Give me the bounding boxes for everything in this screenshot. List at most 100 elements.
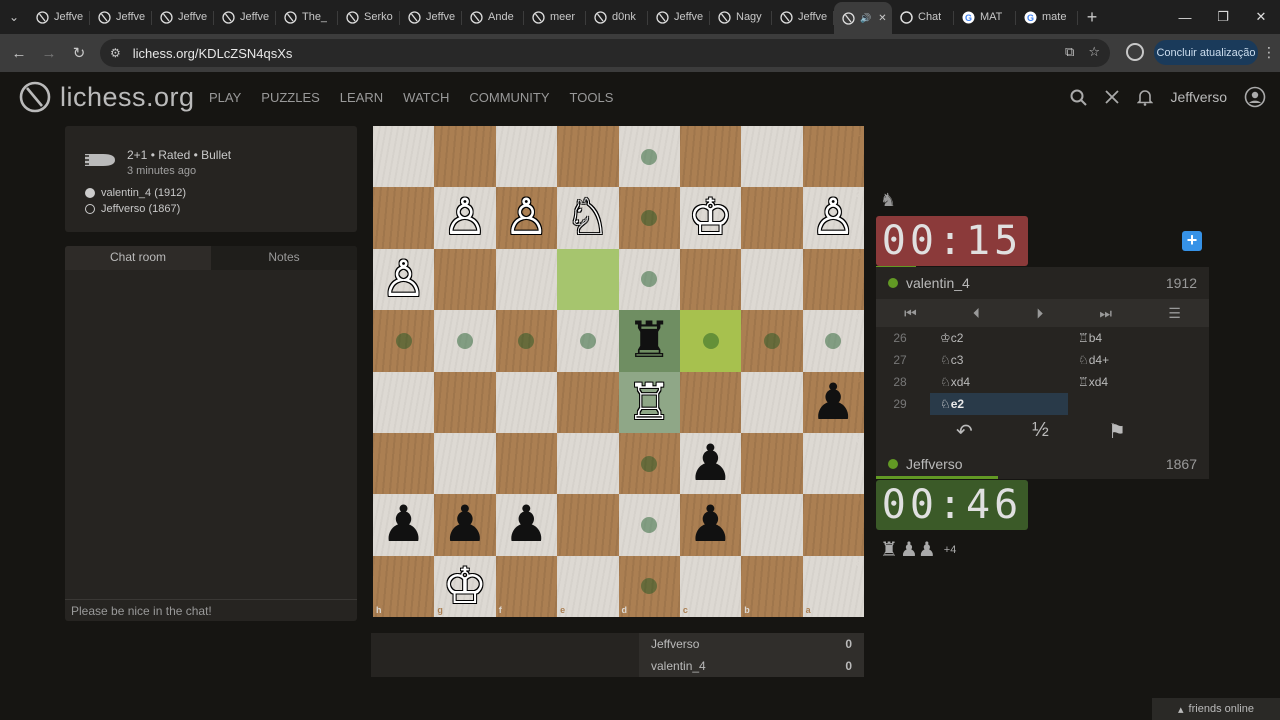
board-square[interactable]: [373, 555, 435, 617]
board-square[interactable]: [679, 126, 742, 188]
nav-watch[interactable]: WATCH: [403, 90, 449, 105]
board-square[interactable]: [802, 555, 864, 617]
board-square[interactable]: [373, 371, 435, 433]
browser-tab[interactable]: Jeffve: [648, 3, 710, 31]
friends-online-button[interactable]: ▴ friends online: [1152, 698, 1280, 720]
black-pawn-icon[interactable]: ♟: [680, 433, 741, 494]
browser-tab[interactable]: G MAT: [954, 3, 1016, 31]
move-hint-dot[interactable]: [395, 332, 412, 349]
close-window-button[interactable]: ✕: [1242, 0, 1280, 34]
swords-icon[interactable]: [1104, 89, 1120, 105]
takeback-icon[interactable]: ↶: [956, 419, 973, 444]
forward-button[interactable]: →: [34, 45, 64, 62]
white-pawn-icon[interactable]: ♙: [373, 249, 434, 310]
move-white[interactable]: ♔c2: [930, 327, 1068, 349]
white-pawn-icon[interactable]: ♙: [496, 187, 557, 248]
close-tab-icon[interactable]: ✕: [878, 13, 886, 24]
profile-icon[interactable]: [1126, 43, 1144, 61]
nav-community[interactable]: COMMUNITY: [469, 90, 549, 105]
minimize-button[interactable]: —: [1166, 0, 1204, 34]
move-black[interactable]: ♖xd4: [1068, 371, 1198, 393]
board-square[interactable]: [557, 494, 619, 556]
black-rook-icon[interactable]: ♜: [619, 310, 680, 371]
browser-tab[interactable]: Jeffve: [90, 3, 152, 31]
chess-board[interactable]: 1 2 3 4 5 6 7 8 h g f e d c b a ♙ ♙ ♘ ♔ ♙ ♙ ♜ ♖ ♟ ♟ ♟ ♟ ♟ ♟ ♔: [373, 126, 864, 617]
browser-tab[interactable]: Jeffve: [152, 3, 214, 31]
nav-learn[interactable]: LEARN: [340, 90, 383, 105]
board-square[interactable]: [495, 555, 558, 617]
white-knight-icon[interactable]: ♘: [557, 187, 618, 248]
board-square[interactable]: [802, 432, 864, 495]
search-icon[interactable]: [1070, 89, 1088, 106]
browser-tab[interactable]: Nagy: [710, 3, 772, 31]
update-button[interactable]: Concluir atualização: [1154, 40, 1258, 65]
nav-play[interactable]: PLAY: [209, 90, 241, 105]
first-move-icon[interactable]: ⏮: [904, 305, 917, 322]
board-square[interactable]: [679, 555, 742, 617]
black-player-link[interactable]: Jeffverso (1867): [85, 203, 180, 215]
opponent-name[interactable]: valentin_4: [906, 275, 970, 291]
add-time-button[interactable]: +: [1182, 231, 1202, 251]
black-pawn-icon[interactable]: ♟: [373, 494, 434, 555]
board-square[interactable]: [434, 371, 496, 433]
draw-offer-icon[interactable]: ½: [1032, 419, 1049, 444]
white-rook-icon[interactable]: ♖: [619, 372, 680, 433]
browser-tab[interactable]: Serko: [338, 3, 400, 31]
move-black[interactable]: [1068, 393, 1198, 415]
move-hint-dot[interactable]: [641, 455, 658, 472]
move-hint-dot[interactable]: [457, 332, 474, 349]
self-name[interactable]: Jeffverso: [906, 456, 963, 472]
browser-tab[interactable]: Jeffve: [772, 3, 834, 31]
board-square[interactable]: [679, 371, 742, 433]
install-app-icon[interactable]: ⧉: [1065, 44, 1074, 60]
move-hint-dot[interactable]: [763, 332, 780, 349]
user-avatar-icon[interactable]: [1244, 86, 1266, 108]
board-square[interactable]: [802, 494, 864, 556]
browser-tab[interactable]: Gmate: [1016, 3, 1078, 31]
board-square[interactable]: [434, 432, 496, 495]
black-pawn-icon[interactable]: ♟: [680, 494, 741, 555]
chat-input[interactable]: Please be nice in the chat!: [65, 599, 357, 621]
black-pawn-icon[interactable]: ♟: [434, 494, 495, 555]
board-square[interactable]: [557, 555, 619, 617]
white-king-icon[interactable]: ♔: [434, 556, 495, 617]
move-black[interactable]: ♖b4: [1068, 327, 1198, 349]
nav-tools[interactable]: TOOLS: [570, 90, 614, 105]
board-square[interactable]: [373, 187, 435, 249]
board-square[interactable]: [557, 126, 619, 188]
next-move-icon[interactable]: ⏵: [1036, 305, 1043, 322]
tab-notes[interactable]: Notes: [211, 246, 357, 270]
board-square[interactable]: [434, 126, 496, 188]
board-square[interactable]: [741, 371, 803, 433]
browser-tab[interactable]: 🔊 ✕: [834, 2, 892, 34]
board-square[interactable]: [557, 248, 619, 311]
crosstable-row[interactable]: Jeffverso 0: [639, 633, 864, 655]
move-black[interactable]: ♘d4+: [1068, 349, 1198, 371]
board-square[interactable]: [679, 248, 742, 311]
white-pawn-icon[interactable]: ♙: [803, 187, 864, 248]
browser-tab[interactable]: meer: [524, 3, 586, 31]
resign-flag-icon[interactable]: ⚑: [1108, 419, 1126, 444]
board-square[interactable]: [802, 126, 864, 188]
last-move-icon[interactable]: ⏭: [1099, 305, 1112, 322]
back-button[interactable]: ←: [4, 45, 34, 62]
board-square[interactable]: [434, 248, 496, 311]
menu-icon[interactable]: ☰: [1168, 305, 1181, 322]
browser-tab[interactable]: Jeffve: [28, 3, 90, 31]
move-hint-dot[interactable]: [702, 332, 719, 349]
site-logo[interactable]: lichess.org: [18, 80, 195, 114]
board-square[interactable]: [495, 126, 558, 188]
board-square[interactable]: [741, 555, 803, 617]
move-hint-dot[interactable]: [579, 332, 596, 349]
board-square[interactable]: [557, 371, 619, 433]
bell-icon[interactable]: [1137, 89, 1154, 106]
move-hint-dot[interactable]: [641, 148, 658, 165]
browser-tab[interactable]: Chat: [892, 3, 954, 31]
white-pawn-icon[interactable]: ♙: [434, 187, 495, 248]
board-square[interactable]: [741, 126, 803, 188]
tab-chat-room[interactable]: Chat room: [65, 246, 211, 270]
prev-move-icon[interactable]: ⏴: [973, 305, 980, 322]
board-square[interactable]: [495, 371, 558, 433]
board-square[interactable]: [495, 432, 558, 495]
tab-search-button[interactable]: ⌄: [0, 0, 28, 34]
